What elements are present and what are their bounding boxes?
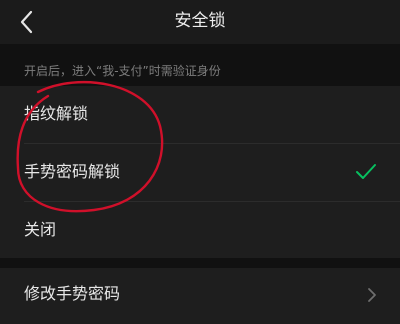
- page-title: 安全锁: [174, 11, 226, 31]
- navigation-bar: 安全锁: [0, 0, 400, 44]
- option-label: 指纹解锁: [24, 104, 89, 123]
- section-hint: 开启后，进入“我-支付”时需验证身份: [24, 64, 221, 78]
- option-gesture-password-unlock[interactable]: 手势密码解锁: [0, 144, 400, 201]
- option-fingerprint-unlock[interactable]: 指纹解锁: [0, 86, 400, 143]
- unlock-options-group: 指纹解锁 手势密码解锁 关闭: [0, 86, 400, 258]
- option-turn-off[interactable]: 关闭: [0, 202, 400, 259]
- option-label: 手势密码解锁: [24, 162, 121, 181]
- chevron-right-icon: [366, 286, 378, 304]
- checkmark-icon: [354, 162, 378, 182]
- setting-label: 修改手势密码: [24, 284, 121, 303]
- option-label: 关闭: [24, 220, 57, 239]
- change-gesture-password-row[interactable]: 修改手势密码: [0, 268, 400, 324]
